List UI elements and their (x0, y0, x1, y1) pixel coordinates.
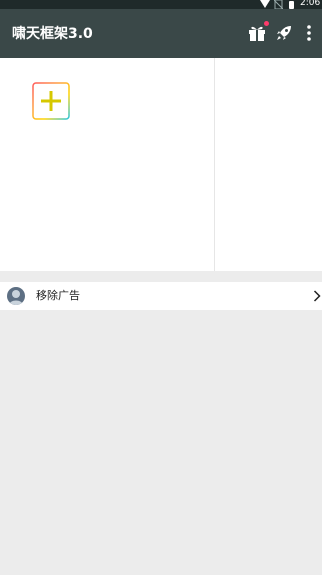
overflow-menu-button[interactable] (303, 23, 315, 43)
grid-cell-add (0, 58, 215, 271)
remove-ads-row[interactable]: 移除广告 (0, 282, 322, 310)
avatar-icon (7, 287, 25, 305)
chevron-right-icon (313, 290, 321, 302)
add-button[interactable] (32, 82, 70, 120)
gift-icon (249, 26, 265, 41)
status-bar: 2:06 (0, 0, 322, 9)
battery-icon (289, 1, 294, 9)
overflow-menu-icon (307, 25, 311, 41)
plus-icon (32, 82, 70, 120)
no-sim-icon (274, 0, 283, 9)
app-bar: 啸天框架3.0 (0, 9, 322, 58)
notification-badge (264, 21, 269, 26)
gift-button[interactable] (247, 21, 269, 43)
grid-cell-empty (215, 58, 322, 271)
remove-ads-label: 移除广告 (36, 289, 80, 302)
status-time: 2:06 (300, 0, 321, 8)
rocket-icon (277, 26, 291, 40)
app-title: 啸天框架3.0 (12, 26, 93, 42)
function-grid (0, 58, 322, 271)
rocket-button[interactable] (274, 23, 294, 43)
wifi-signal-icon (260, 0, 270, 8)
